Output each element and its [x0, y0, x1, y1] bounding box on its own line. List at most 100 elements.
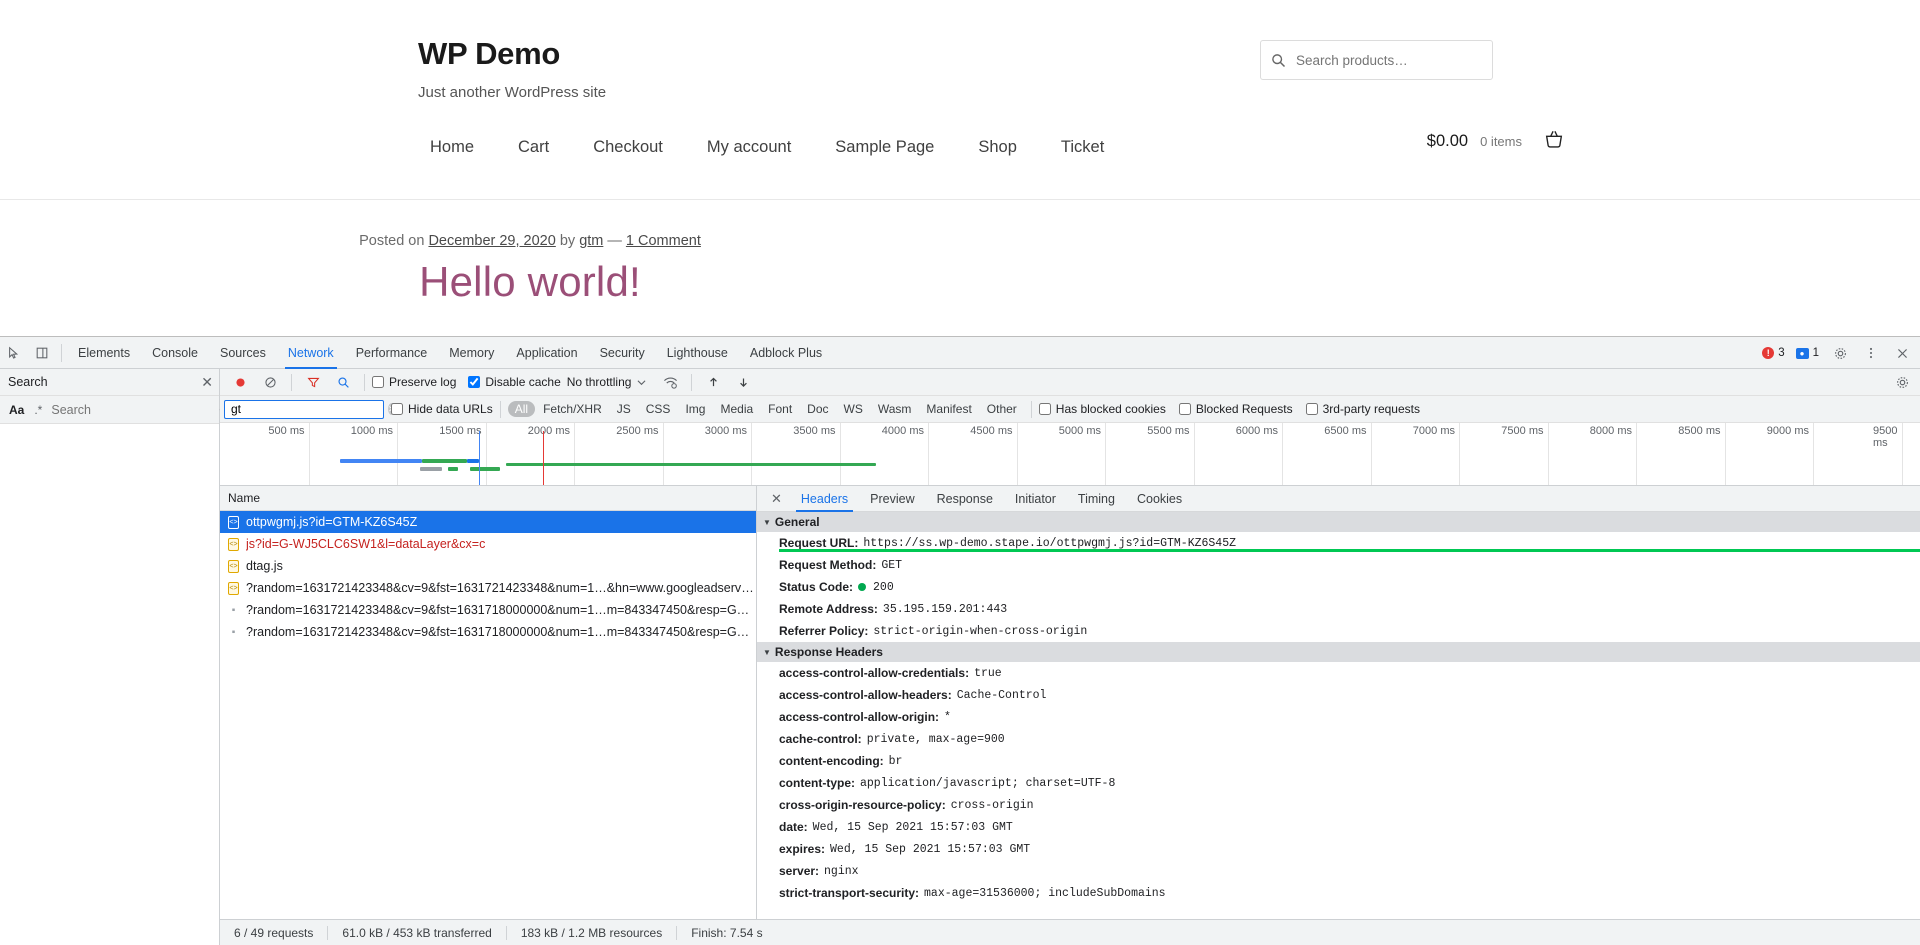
tab-memory[interactable]: Memory	[438, 337, 505, 369]
blocked-requests-input[interactable]	[1178, 403, 1191, 415]
search-input[interactable]	[49, 401, 215, 418]
header-value: https://ss.wp-demo.stape.io/ottpwgmj.js?…	[863, 536, 1237, 550]
filter-type-ws[interactable]: WS	[837, 401, 870, 417]
close-detail-icon[interactable]: ✕	[763, 491, 790, 507]
detail-tab-timing[interactable]: Timing	[1067, 486, 1126, 512]
filter-type-img[interactable]: Img	[678, 401, 712, 417]
search-icon[interactable]	[329, 369, 357, 395]
product-search-box[interactable]	[1260, 40, 1493, 80]
preserve-log-checkbox[interactable]: Preserve log	[372, 375, 456, 389]
more-options-icon[interactable]	[1857, 340, 1885, 366]
filter-type-fetch-xhr[interactable]: Fetch/XHR	[536, 401, 609, 417]
throttling-select[interactable]: No throttling	[567, 375, 647, 389]
inspect-element-icon[interactable]	[0, 340, 28, 366]
header-key: Request Method:	[779, 558, 877, 572]
regex-button[interactable]: .*	[31, 403, 45, 417]
response-header-row: cache-control: private, max-age=900	[757, 728, 1920, 750]
filter-type-other[interactable]: Other	[980, 401, 1024, 417]
dot-icon: ▪	[231, 604, 236, 616]
match-case-button[interactable]: Aa	[6, 403, 27, 417]
request-row[interactable]: ▪ ?random=1631721423348&cv=9&fst=16317180…	[220, 599, 756, 621]
device-toolbar-icon[interactable]	[28, 340, 56, 366]
request-row[interactable]: <> dtag.js	[220, 555, 756, 577]
gear-icon[interactable]	[1826, 340, 1854, 366]
detail-tab-preview[interactable]: Preview	[859, 486, 925, 512]
network-split-view: Name <> ottpwgmj.js?id=GTM-KZ6S45Z <> js?id…	[220, 486, 1920, 919]
export-har-icon[interactable]	[729, 369, 757, 395]
blocked-requests-checkbox[interactable]: Blocked Requests	[1178, 402, 1293, 416]
tab-application[interactable]: Application	[505, 337, 588, 369]
cart-summary[interactable]: $0.00 0 items	[1427, 132, 1522, 151]
tab-sources[interactable]: Sources	[209, 337, 277, 369]
preserve-log-input[interactable]	[372, 376, 384, 388]
tab-adblock-plus[interactable]: Adblock Plus	[739, 337, 833, 369]
tab-performance[interactable]: Performance	[345, 337, 439, 369]
post-author-link[interactable]: gtm	[579, 233, 603, 249]
search-drawer-title: Search	[8, 375, 48, 389]
filter-type-all[interactable]: All	[507, 401, 536, 417]
primary-navigation: Home Cart Checkout My account Sample Pag…	[0, 131, 1920, 200]
hide-data-urls-checkbox[interactable]: Hide data URLs	[391, 402, 493, 416]
overview-tick	[308, 423, 310, 485]
request-row[interactable]: ▪ ?random=1631721423348&cv=9&fst=16317180…	[220, 621, 756, 643]
filter-type-manifest[interactable]: Manifest	[919, 401, 978, 417]
filter-type-font[interactable]: Font	[761, 401, 799, 417]
overview-tick	[1016, 423, 1018, 485]
filter-type-wasm[interactable]: Wasm	[871, 401, 919, 417]
filter-input-wrapper[interactable]: ✕	[224, 399, 396, 419]
tab-elements[interactable]: Elements	[67, 337, 141, 369]
hide-data-urls-input[interactable]	[391, 403, 403, 415]
post-date-link[interactable]: December 29, 2020	[428, 233, 555, 249]
nav-item-my-account[interactable]: My account	[685, 132, 813, 162]
third-party-requests-input[interactable]	[1305, 403, 1318, 415]
nav-item-cart[interactable]: Cart	[496, 132, 571, 162]
close-icon[interactable]	[1888, 340, 1916, 366]
request-row[interactable]: <> js?id=G-WJ5CLC6SW1&l=dataLayer&cx=c	[220, 533, 756, 555]
toolbar-divider	[291, 373, 292, 391]
basket-icon[interactable]	[1543, 128, 1565, 150]
filter-input[interactable]	[229, 401, 388, 417]
import-har-icon[interactable]	[699, 369, 727, 395]
nav-item-home[interactable]: Home	[408, 132, 496, 162]
tab-network[interactable]: Network	[277, 337, 345, 369]
tab-lighthouse[interactable]: Lighthouse	[656, 337, 739, 369]
nav-item-sample-page[interactable]: Sample Page	[813, 132, 956, 162]
toolbar-divider	[61, 343, 62, 362]
post-title[interactable]: Hello world!	[0, 258, 1060, 306]
network-overview-timeline[interactable]: 500 ms 1000 ms 1500 ms 2000 ms 2500 ms 3000 m…	[220, 423, 1920, 486]
clear-requests-icon[interactable]	[256, 369, 284, 395]
record-icon[interactable]	[226, 369, 254, 395]
disable-cache-input[interactable]	[468, 376, 481, 388]
general-section-header[interactable]: ▼ General	[757, 512, 1920, 532]
disable-cache-checkbox[interactable]: Disable cache	[468, 375, 561, 389]
detail-tab-response[interactable]: Response	[926, 486, 1004, 512]
filter-type-doc[interactable]: Doc	[800, 401, 835, 417]
filter-type-js[interactable]: JS	[610, 401, 638, 417]
request-row[interactable]: <> ottpwgmj.js?id=GTM-KZ6S45Z	[220, 511, 756, 533]
nav-item-ticket[interactable]: Ticket	[1039, 132, 1126, 162]
tab-console[interactable]: Console	[141, 337, 209, 369]
third-party-requests-checkbox[interactable]: 3rd-party requests	[1305, 402, 1420, 416]
request-row[interactable]: <> ?random=1631721423348&cv=9&fst=1631721…	[220, 577, 756, 599]
response-header-row: date: Wed, 15 Sep 2021 15:57:03 GMT	[757, 816, 1920, 838]
network-settings-gear-icon[interactable]	[1888, 369, 1916, 395]
message-count-badge[interactable]: ● 1	[1792, 347, 1823, 359]
nav-item-checkout[interactable]: Checkout	[571, 132, 685, 162]
tab-security[interactable]: Security	[589, 337, 656, 369]
detail-tab-headers[interactable]: Headers	[790, 486, 859, 512]
response-headers-section-header[interactable]: ▼ Response Headers	[757, 642, 1920, 662]
post-comments-link[interactable]: 1 Comment	[626, 233, 701, 249]
filter-type-css[interactable]: CSS	[639, 401, 678, 417]
network-conditions-icon[interactable]	[656, 369, 684, 395]
has-blocked-cookies-checkbox[interactable]: Has blocked cookies	[1038, 402, 1166, 416]
overview-tick-label: 8500 ms	[1678, 425, 1721, 437]
error-count-badge[interactable]: ! 3	[1758, 347, 1788, 359]
product-search-input[interactable]	[1294, 51, 1482, 69]
nav-item-shop[interactable]: Shop	[956, 132, 1039, 162]
close-icon[interactable]: ✕	[201, 374, 213, 391]
detail-tab-initiator[interactable]: Initiator	[1004, 486, 1067, 512]
detail-tab-cookies[interactable]: Cookies	[1126, 486, 1193, 512]
filter-type-media[interactable]: Media	[713, 401, 760, 417]
has-blocked-cookies-input[interactable]	[1038, 403, 1051, 415]
filter-icon[interactable]	[299, 369, 327, 395]
